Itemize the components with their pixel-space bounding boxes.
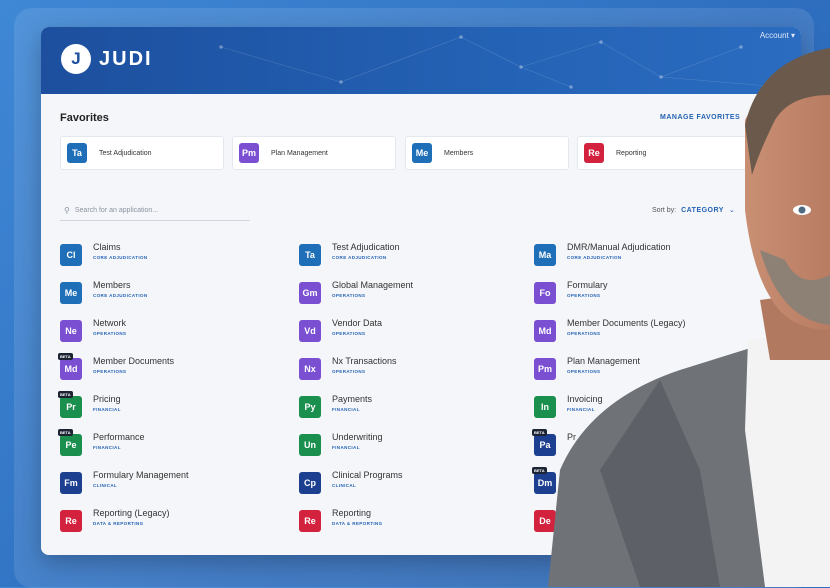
person-photo [548, 48, 830, 587]
